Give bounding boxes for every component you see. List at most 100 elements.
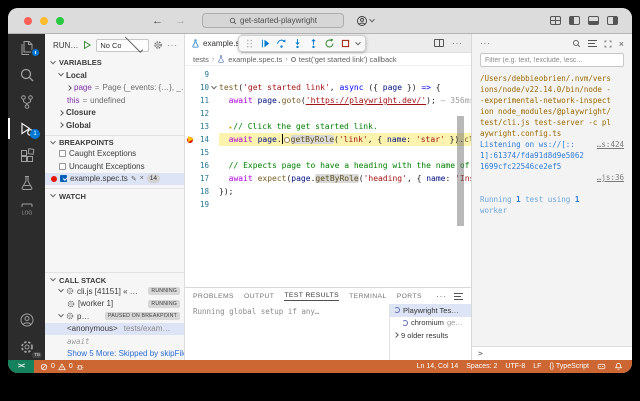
console-input[interactable]: >: [472, 346, 632, 360]
more-actions-icon[interactable]: ···: [452, 39, 463, 48]
stop-dropdown-chevron-icon[interactable]: [355, 39, 361, 45]
breadcrumb-symbol[interactable]: test('get started link') callback: [299, 55, 397, 64]
code-editor[interactable]: 910test('get started link', async ({ pag…: [185, 66, 471, 287]
remove-icon[interactable]: ×: [140, 175, 144, 182]
expand-icon[interactable]: [604, 40, 612, 48]
panel-tab-test-results[interactable]: TEST RESULTS: [284, 292, 339, 301]
test-result-row[interactable]: 9 older results: [390, 329, 471, 342]
sidebar-item-search[interactable]: [8, 61, 45, 88]
status-item[interactable]: {} TypeScript: [549, 363, 589, 370]
command-center-search[interactable]: get-started-playwright: [202, 13, 344, 28]
breakpoint-checkbox[interactable]: [60, 175, 67, 182]
drag-grip-icon[interactable]: [244, 38, 255, 49]
filter-lines-icon[interactable]: [588, 40, 597, 47]
code-line[interactable]: 19: [185, 198, 471, 211]
tab-example-spec[interactable]: example.spec.ts: [185, 34, 242, 53]
code-line[interactable]: 13 ★// Click the get started link.: [185, 120, 471, 133]
step-into-button[interactable]: [292, 38, 303, 49]
breakpoint-checkbox[interactable]: [59, 163, 66, 170]
debug-config-dropdown[interactable]: No Configur: [96, 39, 149, 52]
sidebar-item-source-control[interactable]: [8, 88, 45, 115]
variable-row[interactable]: Global: [45, 119, 184, 132]
settings-gear-button[interactable]: TB: [8, 333, 45, 360]
source-link[interactable]: …s:424: [597, 139, 624, 150]
variables-section-header[interactable]: VARIABLES: [45, 56, 184, 69]
continue-button[interactable]: [260, 38, 271, 49]
code-line[interactable]: 18});: [185, 185, 471, 198]
forward-arrow-icon[interactable]: →: [175, 15, 186, 27]
variable-row[interactable]: page=Page {_events: {…}, _…: [45, 82, 184, 95]
back-arrow-icon[interactable]: ←: [152, 15, 163, 27]
step-over-button[interactable]: [276, 38, 287, 49]
code-line[interactable]: 9: [185, 68, 471, 81]
stop-button[interactable]: [340, 38, 351, 49]
editor-scrollbar[interactable]: [457, 116, 464, 226]
sidebar-item-run-and-debug[interactable]: 1: [8, 115, 45, 142]
code-line[interactable]: 17 await expect(page.getByRole('heading'…: [185, 172, 471, 185]
breakpoint-row[interactable]: Uncaught Exceptions: [45, 160, 184, 173]
variable-row[interactable]: Closure: [45, 107, 184, 120]
code-line[interactable]: 16 // Expects page to have a heading wit…: [185, 159, 471, 172]
breakpoint-row[interactable]: Caught Exceptions: [45, 148, 184, 161]
code-line[interactable]: 12: [185, 107, 471, 120]
toggle-secondary-sidebar-button[interactable]: [607, 16, 618, 25]
more-actions-icon[interactable]: ···: [480, 39, 491, 48]
status-item[interactable]: Spaces: 2: [466, 363, 497, 370]
code-line[interactable]: 10test('get started link', async ({ page…: [185, 81, 471, 94]
fold-gutter[interactable]: [209, 86, 219, 90]
copilot-account-button[interactable]: [356, 15, 374, 27]
search-icon[interactable]: [572, 39, 581, 48]
console-output[interactable]: /Users/debbieobrien/.nvm/versions/node/v…: [472, 67, 632, 346]
breakpoint-checkbox[interactable]: [59, 150, 66, 157]
variable-row[interactable]: Local: [45, 69, 184, 82]
error-count[interactable]: 0: [51, 363, 55, 370]
source-link[interactable]: …js:36: [597, 172, 624, 183]
breadcrumb-tests[interactable]: tests: [193, 55, 209, 64]
panel-tab-ports[interactable]: PORTS: [397, 293, 422, 300]
bell-icon[interactable]: [614, 362, 623, 371]
customize-layout-button[interactable]: [550, 16, 561, 25]
restart-button[interactable]: [324, 38, 335, 49]
panel-tab-output[interactable]: OUTPUT: [244, 293, 274, 300]
code-line[interactable]: 14 await page.getByRole('link', { name: …: [185, 133, 471, 146]
warning-count[interactable]: 0: [69, 363, 73, 370]
code-line[interactable]: 11 await page.goto('https://playwright.d…: [185, 94, 471, 107]
status-item[interactable]: LF: [533, 363, 541, 370]
view-as-list-icon[interactable]: [454, 293, 463, 300]
sidebar-item-testing[interactable]: [8, 169, 45, 196]
gear-icon[interactable]: [153, 40, 163, 50]
status-item[interactable]: Ln 14, Col 14: [417, 363, 459, 370]
test-result-row[interactable]: chromiumge…: [390, 317, 471, 330]
call-stack-row[interactable]: await: [45, 335, 184, 348]
minimize-window-button[interactable]: [40, 17, 48, 25]
remote-indicator[interactable]: ><: [8, 360, 34, 373]
call-stack-section-header[interactable]: CALL STACK: [45, 272, 184, 285]
panel-tab-problems[interactable]: PROBLEMS: [193, 293, 234, 300]
watch-section-header[interactable]: WATCH: [45, 188, 184, 201]
sidebar-item-explorer[interactable]: [8, 34, 45, 61]
debug-session-icon[interactable]: [76, 363, 84, 371]
code-line[interactable]: 15: [185, 146, 471, 159]
close-window-button[interactable]: [24, 17, 32, 25]
close-icon[interactable]: ×: [619, 39, 624, 49]
toggle-primary-sidebar-button[interactable]: [569, 16, 580, 25]
call-stack-row[interactable]: Show 5 More: Skipped by skipFiles: [45, 348, 184, 361]
variable-row[interactable]: this=undefined: [45, 94, 184, 107]
toggle-panel-button[interactable]: [588, 16, 599, 25]
start-debug-icon[interactable]: [82, 40, 92, 50]
call-stack-row[interactable]: p…PAUSED ON BREAKPOINT: [45, 310, 184, 323]
maximize-window-button[interactable]: [56, 17, 64, 25]
split-editor-icon[interactable]: [434, 39, 444, 47]
call-stack-row[interactable]: cli.js [41151] « …RUNNING: [45, 285, 184, 298]
edit-pencil-icon[interactable]: ✎: [131, 175, 137, 183]
call-stack-row[interactable]: <anonymous>tests/exam…: [45, 323, 184, 336]
breakpoint-row[interactable]: example.spec.ts✎×14: [45, 173, 184, 186]
status-item[interactable]: UTF-8: [505, 363, 525, 370]
sidebar-item-output-log[interactable]: LOG: [8, 196, 45, 223]
panel-tab-terminal[interactable]: TERMINAL: [349, 293, 387, 300]
copilot-icon[interactable]: [597, 362, 606, 371]
console-filter-input[interactable]: [480, 53, 624, 67]
breadcrumb-file[interactable]: example.spec.ts: [228, 55, 282, 64]
sidebar-item-extensions[interactable]: [8, 142, 45, 169]
more-actions-icon[interactable]: ···: [167, 41, 178, 50]
